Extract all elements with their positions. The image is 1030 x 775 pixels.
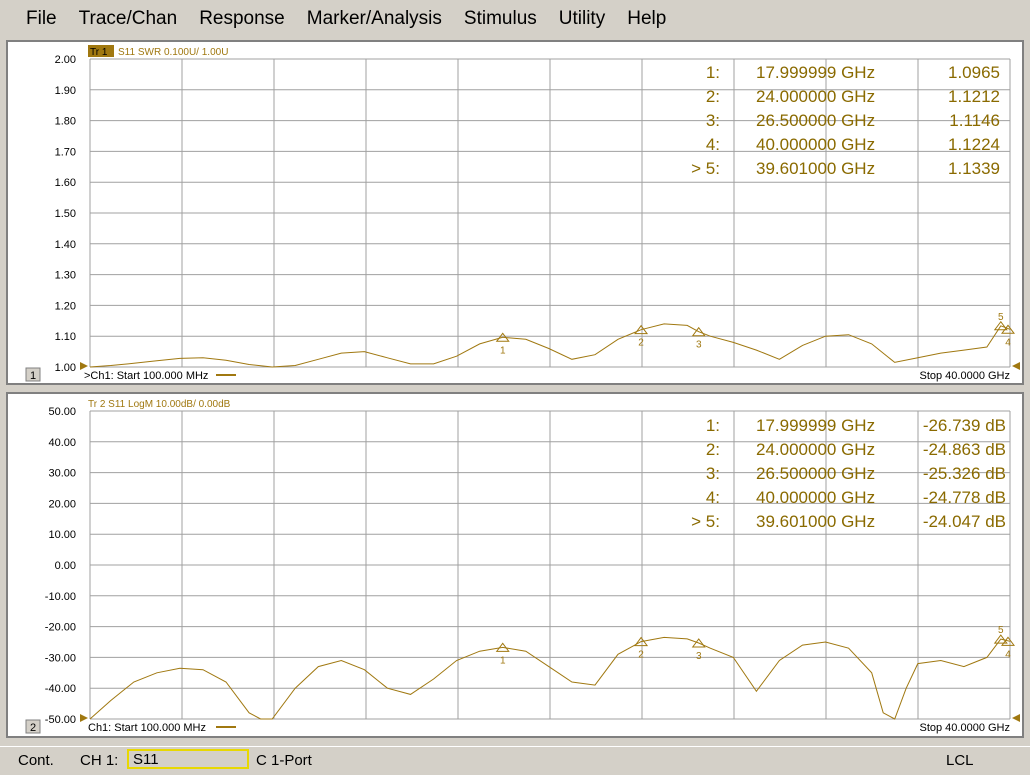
menu-marker-analysis[interactable]: Marker/Analysis [307,8,442,30]
marker-label: 4 [1005,649,1011,660]
y-tick-label: 1.80 [55,116,76,128]
marker-freq: 26.500000 GHz [756,464,875,483]
marker-freq: 40.000000 GHz [756,135,875,154]
marker-label: 5 [998,625,1004,636]
marker-freq: 17.999999 GHz [756,63,875,82]
y-tick-label: 1.30 [55,270,76,282]
marker-value: -24.863 dB [923,440,1006,459]
y-tick-label: 0.00 [55,560,76,572]
y-tick-label: 20.00 [48,498,76,510]
marker-value: 1.0965 [948,63,1000,82]
y-tick-labels: 50.00 40.00 30.00 20.00 10.00 0.00 -10.00 -20.0… [45,406,76,726]
menu-utility[interactable]: Utility [559,8,605,30]
logmag-chart: 50.00 40.00 30.00 20.00 10.00 0.00 -10.00 -20.0… [25,399,1020,734]
marker-value: -26.739 dB [923,416,1006,435]
reference-pointer-right [1012,714,1020,722]
marker-value: 1.1224 [948,135,1000,154]
panel-index: 1 [30,370,36,382]
marker-id: 2: [706,87,720,106]
marker-label: 3 [696,651,702,662]
marker-freq: 24.000000 GHz [756,87,875,106]
reference-pointer-left [80,362,88,370]
reference-pointer-left [80,714,88,722]
marker-id: 4: [706,488,720,507]
marker-id: 1: [706,63,720,82]
marker-value: -24.047 dB [923,512,1006,531]
marker-id: 3: [706,111,720,130]
menu-file[interactable]: File [26,8,57,30]
menu-response[interactable]: Response [199,8,285,30]
marker-value: -24.778 dB [923,488,1006,507]
y-tick-label: 1.60 [55,177,76,189]
panel-index: 2 [30,722,36,734]
y-tick-label: 30.00 [48,468,76,480]
marker-value: 1.1212 [948,87,1000,106]
marker-value: 1.1339 [948,159,1000,178]
menu-help[interactable]: Help [627,8,666,30]
grid [80,58,1020,370]
marker-glyphs: 1 2 3 4 5 [495,625,1015,666]
channel-label: CH 1: [80,752,119,769]
marker-id: 2: [706,440,720,459]
y-tick-label: -30.00 [45,652,76,664]
marker-label: 1 [500,655,506,666]
marker-freq: 26.500000 GHz [756,111,875,130]
marker-freq: 24.000000 GHz [756,440,875,459]
marker-label: 1 [500,345,506,356]
marker-value: -25.326 dB [923,464,1006,483]
grid [80,410,1020,722]
y-tick-label: 1.00 [55,362,76,374]
marker-label: 4 [1005,337,1011,348]
marker-label: 2 [638,650,644,661]
marker-id: 1: [706,416,720,435]
menu-stimulus[interactable]: Stimulus [464,8,537,30]
marker-freq: 39.601000 GHz [756,159,875,178]
marker-freq: 39.601000 GHz [756,512,875,531]
y-tick-label: 1.10 [55,331,76,343]
marker-table: 1: 17.999999 GHz -26.739 dB 2: 24.000000… [691,416,1006,531]
marker-id: 3: [706,464,720,483]
reference-pointer-right [1012,362,1020,370]
menu-bar: File Trace/Chan Response Marker/Analysis… [0,0,1030,38]
swr-trace-panel[interactable]: 2.00 1.90 1.80 1.70 1.60 1.50 1.40 1.30 1.20 1.10… [6,40,1024,385]
stop-frequency-label: Stop 40.0000 GHz [919,722,1010,734]
y-tick-label: 2.00 [55,54,76,66]
marker-label: 3 [696,340,702,351]
y-tick-label: 1.90 [55,85,76,97]
y-tick-label: -40.00 [45,683,76,695]
start-frequency-label: >Ch1: Start 100.000 MHz [84,370,208,382]
y-tick-label: 50.00 [48,406,76,418]
marker-id: > 5: [691,512,720,531]
marker-id: 4: [706,135,720,154]
stop-frequency-label: Stop 40.0000 GHz [919,370,1010,382]
sweep-mode[interactable]: Cont. [18,752,54,769]
marker-label: 5 [998,312,1004,323]
marker-freq: 40.000000 GHz [756,488,875,507]
y-tick-labels: 2.00 1.90 1.80 1.70 1.60 1.50 1.40 1.30 1.20 1.10… [55,54,76,374]
logmag-trace-panel[interactable]: 50.00 40.00 30.00 20.00 10.00 0.00 -10.00 -20.0… [6,392,1024,738]
marker-label: 2 [638,338,644,349]
trace-badge-label: Tr 1 [90,47,108,58]
y-tick-label: 10.00 [48,529,76,541]
start-frequency-label: Ch1: Start 100.000 MHz [88,722,206,734]
y-tick-label: -50.00 [45,714,76,726]
y-tick-label: 1.40 [55,239,76,251]
y-tick-label: 1.20 [55,300,76,312]
trace-label: S11 SWR 0.100U/ 1.00U [118,47,228,58]
measurement-parameter[interactable]: S11 [127,749,249,769]
swr-chart: 2.00 1.90 1.80 1.70 1.60 1.50 1.40 1.30 1.20 1.10… [25,45,1020,382]
y-tick-label: -20.00 [45,622,76,634]
marker-freq: 17.999999 GHz [756,416,875,435]
y-tick-label: 40.00 [48,437,76,449]
status-bar: Cont. CH 1: S11 C 1-Port LCL [0,746,1030,775]
marker-id: > 5: [691,159,720,178]
y-tick-label: 1.50 [55,208,76,220]
y-tick-label: 1.70 [55,146,76,158]
marker-value: 1.1146 [949,111,1000,130]
y-tick-label: -10.00 [45,591,76,603]
menu-trace-chan[interactable]: Trace/Chan [79,8,178,30]
trace-label: Tr 2 S11 LogM 10.00dB/ 0.00dB [88,399,231,410]
calibration-status[interactable]: C 1-Port [256,752,312,769]
remote-status: LCL [946,752,974,769]
